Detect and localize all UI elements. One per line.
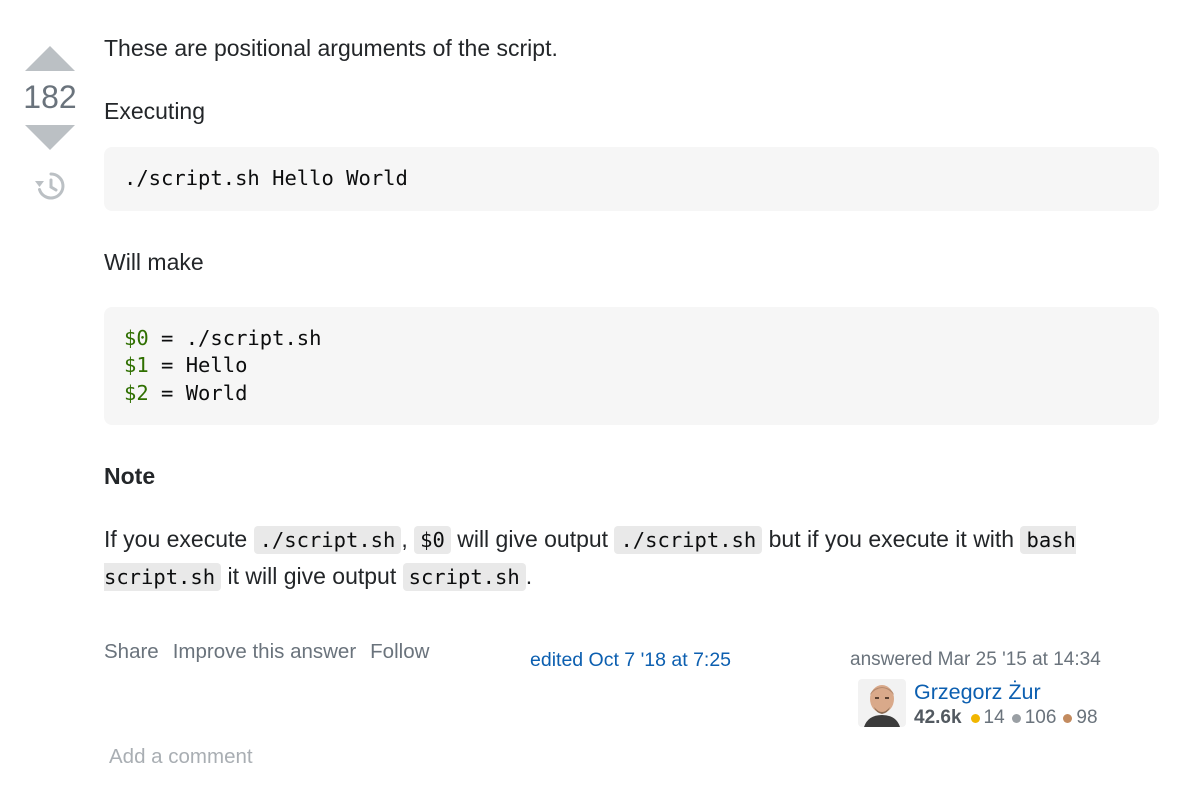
gold-badge: 14 <box>970 707 1005 729</box>
vote-cell: 182 <box>20 40 80 205</box>
code-rest: = Hello <box>148 353 248 377</box>
upvote-button[interactable] <box>22 40 78 76</box>
note-text: , <box>401 526 415 552</box>
note-text: If you execute <box>104 526 254 552</box>
triangle-up-icon <box>25 46 75 71</box>
code-var: $0 <box>124 325 149 350</box>
history-icon <box>35 172 65 200</box>
user-card: answered Mar 25 '15 at 14:34 Grzegorz Żu… <box>850 649 1170 729</box>
share-link[interactable]: Share <box>104 640 159 664</box>
user-name-link[interactable]: Grzegorz Żur <box>914 679 1105 705</box>
intro-paragraph: These are positional arguments of the sc… <box>104 35 558 61</box>
code-var: $2 <box>124 380 149 405</box>
bronze-badge-count: 98 <box>1076 707 1098 728</box>
silver-badge: 106 <box>1011 707 1057 729</box>
code-rest: = World <box>148 380 248 405</box>
code-line: $0 = ./script.sh <box>124 326 321 350</box>
bronze-badge: 98 <box>1063 707 1098 729</box>
history-button[interactable] <box>34 170 66 205</box>
note-text: . <box>525 563 533 589</box>
follow-link[interactable]: Follow <box>370 640 429 664</box>
inline-code: ./script.sh <box>614 526 763 554</box>
note-text: it will give output <box>221 563 403 589</box>
inline-code: $0 <box>414 526 451 554</box>
executing-paragraph: Executing <box>104 98 206 124</box>
code-line: $1 = Hello <box>124 353 247 377</box>
code-var: $1 <box>124 353 149 377</box>
note-text: but if you execute it with <box>762 526 1021 552</box>
silver-badge-icon <box>1011 713 1021 723</box>
command-code-block: ./script.sh Hello World <box>104 147 1159 211</box>
note-heading: Note <box>104 463 156 489</box>
user-details: Grzegorz Żur 42.6k 14 106 98 <box>914 679 1105 729</box>
command-code: ./script.sh Hello World <box>124 166 408 190</box>
avatar-image <box>858 679 906 727</box>
avatar[interactable] <box>858 679 906 727</box>
note-text: will give output <box>450 526 615 552</box>
silver-badge-count: 106 <box>1024 707 1057 728</box>
code-line: $2 = World <box>124 381 247 405</box>
code-rest: = ./script.sh <box>148 325 322 350</box>
inline-code: script.sh <box>402 563 526 591</box>
answered-time: answered Mar 25 '15 at 14:34 <box>850 649 1101 670</box>
inline-code: ./script.sh <box>253 526 402 554</box>
edited-link[interactable]: edited Oct 7 '18 at 7:25 <box>530 649 731 672</box>
triangle-down-icon <box>25 125 75 150</box>
note-paragraph: If you execute ./script.sh, $0 will give… <box>104 521 1159 595</box>
reputation-line: 42.6k 14 106 98 <box>914 707 1105 729</box>
answer-body: These are positional arguments of the sc… <box>104 30 1159 595</box>
gold-badge-icon <box>970 713 980 723</box>
post-menu: Share Improve this answer Follow <box>104 640 429 664</box>
reputation-score: 42.6k <box>914 707 962 728</box>
will-make-paragraph: Will make <box>104 248 204 275</box>
variables-code-block: $0 = ./script.sh $1 = Hello $2 = World <box>104 306 1159 425</box>
downvote-button[interactable] <box>22 120 78 156</box>
gold-badge-count: 14 <box>983 707 1005 728</box>
user-row: Grzegorz Żur 42.6k 14 106 98 <box>850 679 1170 729</box>
add-comment-link[interactable]: Add a comment <box>109 745 253 769</box>
bronze-badge-icon <box>1063 713 1073 723</box>
improve-answer-link[interactable]: Improve this answer <box>173 640 356 664</box>
vote-count: 182 <box>23 79 77 115</box>
